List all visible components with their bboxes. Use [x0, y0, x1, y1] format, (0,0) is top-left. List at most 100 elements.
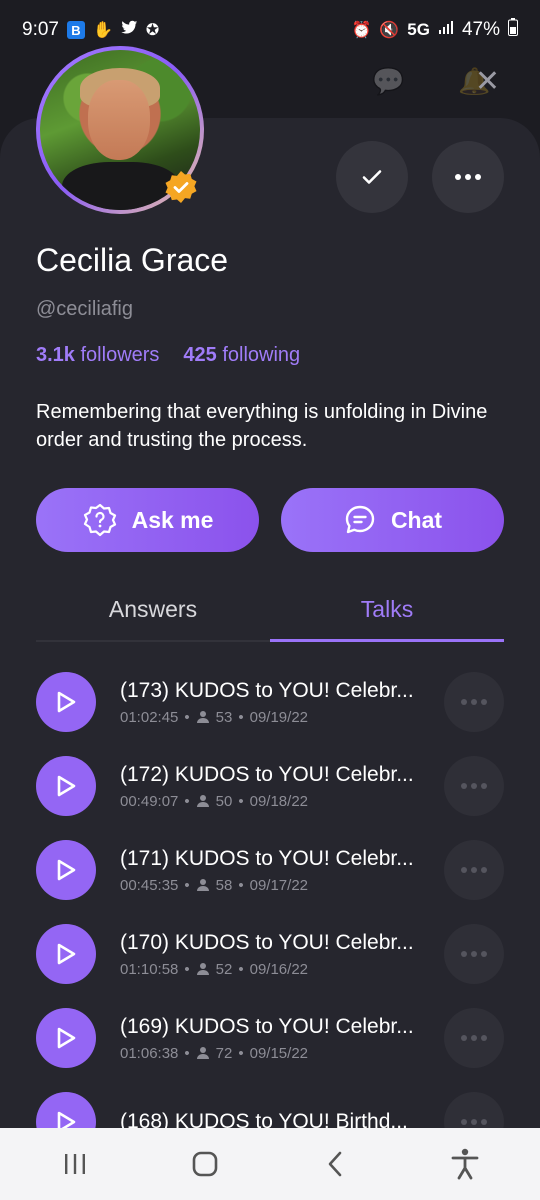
- listener-icon: [196, 711, 209, 723]
- play-button[interactable]: [36, 1008, 96, 1068]
- talk-date: 09/19/22: [249, 708, 308, 726]
- followers-label: followers: [80, 344, 160, 366]
- tab-talks[interactable]: Talks: [270, 584, 504, 642]
- chat-label: Chat: [390, 506, 443, 533]
- following-link[interactable]: 425 following: [183, 344, 300, 367]
- play-icon: [57, 775, 76, 797]
- talk-meta: 01:10:58 • 52 • 09/16/22: [120, 961, 420, 978]
- more-icon: [461, 699, 487, 705]
- more-icon: [455, 174, 481, 180]
- accessibility-icon: [451, 1148, 479, 1180]
- talk-more-button[interactable]: [444, 756, 504, 816]
- meta-separator: •: [238, 876, 244, 894]
- meta-separator: •: [184, 792, 190, 810]
- talk-title: (172) KUDOS to YOU! Celebr...: [120, 762, 414, 786]
- talk-item[interactable]: (169) KUDOS to YOU! Celebr... 01:06:38 • …: [36, 996, 506, 1080]
- question-badge-icon: [83, 503, 116, 537]
- talk-item[interactable]: (171) KUDOS to YOU! Celebr... 00:45:35 • …: [36, 828, 506, 912]
- network-type: 5G: [407, 20, 430, 39]
- profile-more-button[interactable]: [432, 141, 504, 213]
- back-button[interactable]: [305, 1134, 365, 1194]
- app-notification-icon: B: [66, 21, 85, 39]
- status-left: 9:07 B ✋ ✪: [22, 19, 159, 41]
- hand-notification-icon: ✋: [92, 22, 113, 39]
- talk-title: (171) KUDOS to YOU! Celebr...: [120, 846, 414, 870]
- talk-item[interactable]: (172) KUDOS to YOU! Celebr... 00:49:07 • …: [36, 744, 506, 828]
- chat-button[interactable]: Chat: [281, 488, 504, 552]
- battery-icon: [508, 18, 518, 42]
- more-icon: [461, 783, 487, 789]
- play-icon: [57, 691, 76, 713]
- talk-listeners: 58: [215, 876, 233, 894]
- talk-text: (169) KUDOS to YOU! Celebr... 01:06:38 • …: [120, 1015, 420, 1062]
- talk-more-button[interactable]: [444, 840, 504, 900]
- meta-separator: •: [238, 708, 244, 726]
- meta-separator: •: [238, 1044, 244, 1062]
- talk-date: 09/18/22: [249, 792, 308, 810]
- talk-duration: 00:49:07: [120, 792, 179, 810]
- avatar-photo-body: [62, 162, 180, 210]
- meta-separator: •: [184, 960, 190, 978]
- follow-check-button[interactable]: [336, 141, 408, 213]
- check-icon: [362, 170, 382, 184]
- talk-title: (170) KUDOS to YOU! Celebr...: [120, 930, 414, 954]
- talk-text: (172) KUDOS to YOU! Celebr... 00:49:07 • …: [120, 763, 420, 810]
- ask-me-button[interactable]: Ask me: [36, 488, 259, 552]
- talk-text: (170) KUDOS to YOU! Celebr... 01:10:58 • …: [120, 931, 420, 978]
- close-icon[interactable]: ✕: [475, 64, 500, 99]
- followers-link[interactable]: 3.1k followers: [36, 344, 159, 367]
- talk-listeners: 53: [215, 708, 233, 726]
- more-icon: [461, 1035, 487, 1041]
- following-count: 425: [183, 344, 217, 366]
- talk-listeners: 52: [215, 960, 233, 978]
- play-button[interactable]: [36, 1092, 96, 1128]
- back-icon: [328, 1151, 342, 1177]
- talk-text: (171) KUDOS to YOU! Celebr... 00:45:35 • …: [120, 847, 420, 894]
- home-icon: [192, 1151, 218, 1177]
- more-icon: [461, 951, 487, 957]
- listener-icon: [196, 963, 209, 975]
- verified-badge-icon: [165, 171, 197, 203]
- ask-me-label: Ask me: [131, 506, 214, 533]
- profile-stats: 3.1k followers 425 following: [36, 344, 300, 367]
- more-icon: [461, 867, 487, 873]
- background-chat-icon: 💬: [372, 66, 405, 96]
- home-button[interactable]: [175, 1134, 235, 1194]
- meta-separator: •: [184, 1044, 190, 1062]
- talk-item[interactable]: (168) KUDOS to YOU! Birthd...: [36, 1080, 506, 1128]
- talk-duration: 01:10:58: [120, 960, 179, 978]
- meta-separator: •: [238, 960, 244, 978]
- following-label: following: [222, 344, 301, 366]
- battery-level: 47%: [461, 19, 500, 40]
- talk-more-button[interactable]: [444, 924, 504, 984]
- meta-separator: •: [184, 876, 190, 894]
- talk-more-button[interactable]: [444, 1092, 504, 1128]
- talk-text: (173) KUDOS to YOU! Celebr... 01:02:45 • …: [120, 679, 420, 726]
- talk-text: (168) KUDOS to YOU! Birthd...: [120, 1110, 420, 1128]
- profile-bio: Remembering that everything is unfolding…: [36, 401, 488, 451]
- play-button[interactable]: [36, 756, 96, 816]
- profile-sheet: Cecilia Grace @ceciliafig 3.1k followers…: [0, 118, 540, 1128]
- more-icon: [461, 1119, 487, 1125]
- play-button[interactable]: [36, 924, 96, 984]
- chat-bubble-icon: [345, 505, 375, 534]
- status-bar: 9:07 B ✋ ✪ ⏰ 🔇 5G 47%: [0, 0, 540, 60]
- profile-tabs: Answers Talks: [36, 584, 504, 642]
- talk-item[interactable]: (170) KUDOS to YOU! Celebr... 01:10:58 • …: [36, 912, 506, 996]
- play-icon: [57, 1111, 76, 1128]
- listener-icon: [196, 1047, 209, 1059]
- recents-icon: [65, 1154, 85, 1174]
- play-button[interactable]: [36, 840, 96, 900]
- signal-icon: [438, 19, 454, 41]
- talk-more-button[interactable]: [444, 672, 504, 732]
- recent-apps-button[interactable]: [45, 1134, 105, 1194]
- mute-icon: 🔇: [379, 22, 400, 39]
- talk-duration: 01:02:45: [120, 708, 179, 726]
- tab-answers[interactable]: Answers: [36, 584, 270, 640]
- accessibility-button[interactable]: [435, 1134, 495, 1194]
- followers-count: 3.1k: [36, 344, 75, 366]
- play-button[interactable]: [36, 672, 96, 732]
- talk-item[interactable]: (173) KUDOS to YOU! Celebr... 01:02:45 • …: [36, 660, 506, 744]
- talk-meta: 00:45:35 • 58 • 09/17/22: [120, 877, 420, 894]
- talk-more-button[interactable]: [444, 1008, 504, 1068]
